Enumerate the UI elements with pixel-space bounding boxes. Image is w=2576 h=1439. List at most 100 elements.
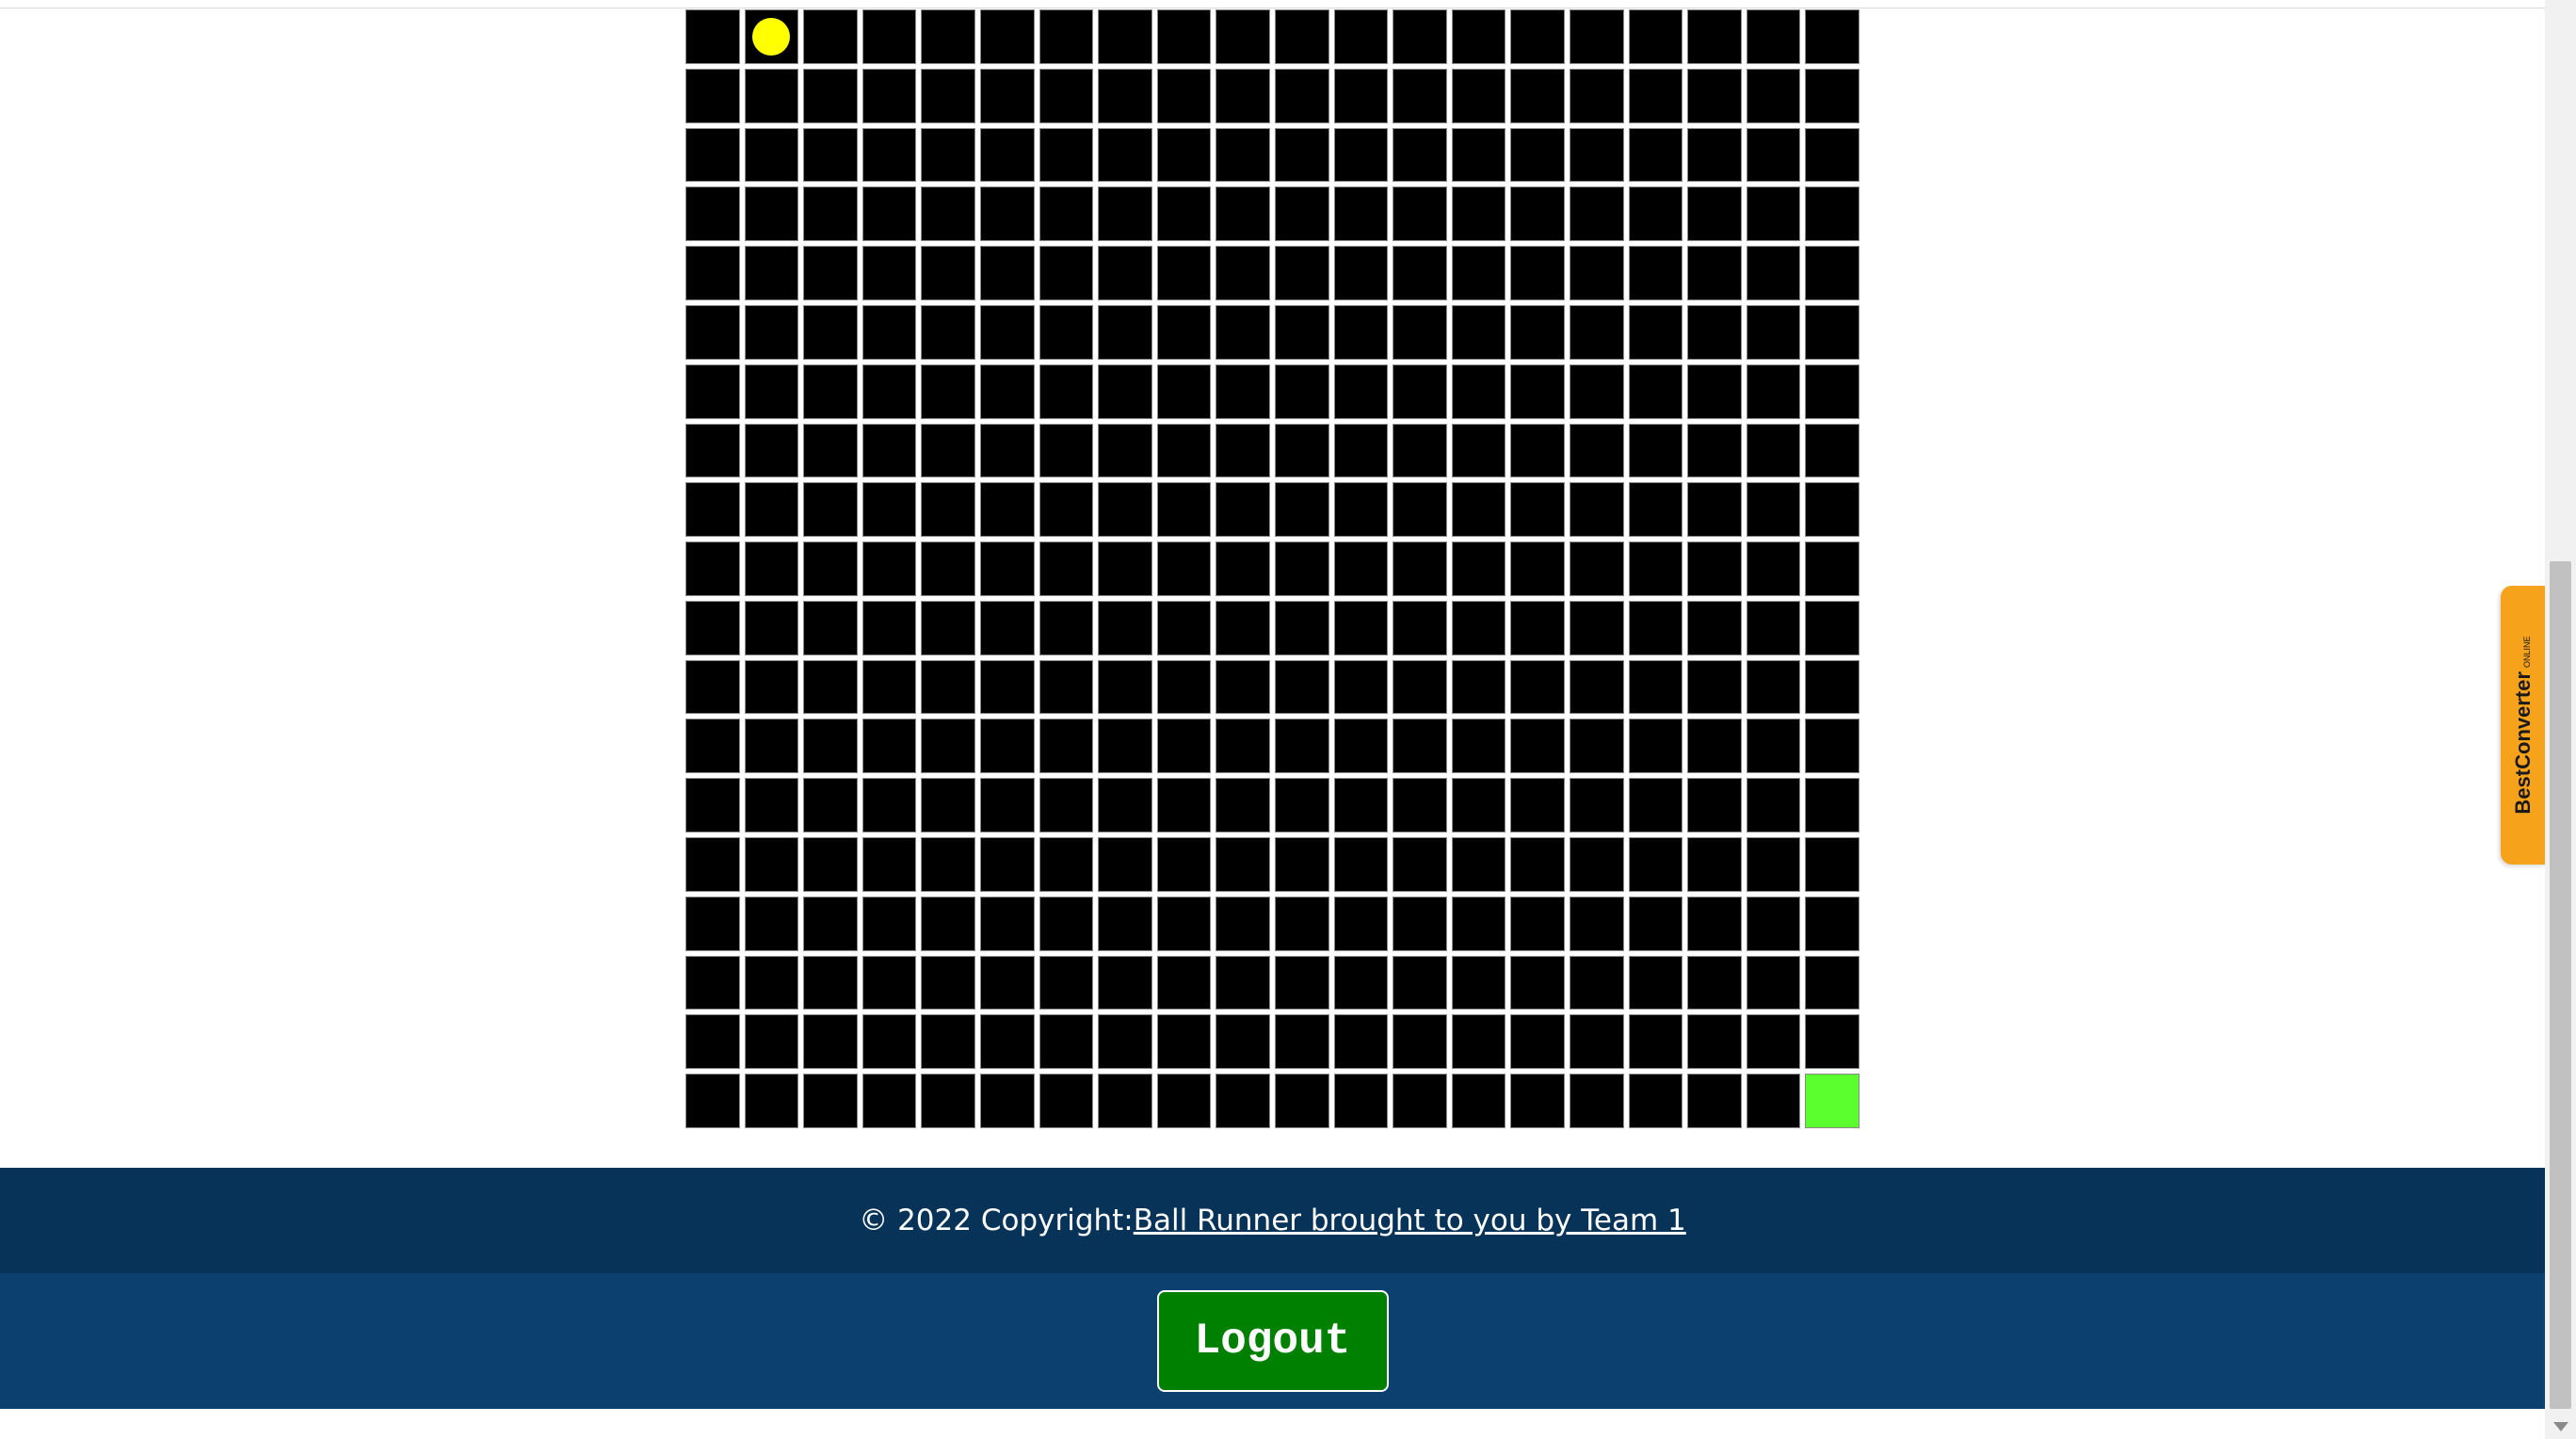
maze-cell	[685, 896, 740, 951]
maze-cell	[1216, 246, 1270, 300]
maze-cell	[685, 719, 740, 774]
maze-cell	[1628, 600, 1683, 655]
maze-cell	[1628, 1014, 1683, 1070]
maze-cell	[1038, 68, 1094, 123]
maze-cell	[1216, 542, 1270, 596]
maze-cell	[1393, 1014, 1447, 1070]
maze-cell	[1274, 955, 1329, 1011]
logout-button[interactable]: Logout	[1156, 1290, 1389, 1392]
maze-cell	[979, 837, 1035, 892]
maze-cell	[1687, 68, 1742, 123]
maze-cell	[1687, 304, 1742, 360]
maze-cell	[744, 896, 799, 951]
maze-cell	[1393, 1074, 1447, 1128]
maze-cell	[921, 246, 975, 300]
maze-cell	[1393, 127, 1447, 183]
maze-cell	[1510, 896, 1565, 951]
copyright-footer: © 2022 Copyright: Ball Runner brought to …	[0, 1168, 2545, 1273]
maze-cell	[1510, 482, 1565, 538]
maze-cell	[1216, 955, 1270, 1011]
maze-cell	[1805, 482, 1860, 538]
maze-cell	[979, 896, 1035, 951]
maze-cell	[1746, 600, 1801, 655]
maze-cell	[1038, 186, 1094, 242]
maze-cell	[1687, 659, 1742, 715]
maze-cell	[1510, 1074, 1565, 1128]
maze-cell	[1805, 542, 1860, 596]
maze-cell	[1216, 482, 1270, 538]
maze-cell	[803, 127, 858, 183]
maze-cell	[1628, 127, 1683, 183]
maze-cell	[1569, 719, 1624, 774]
maze-cell	[1510, 778, 1565, 833]
maze-cell	[1098, 600, 1152, 655]
copyright-link[interactable]: Ball Runner brought to you by Team 1	[1134, 1204, 1686, 1237]
maze-cell	[861, 1014, 917, 1070]
maze-cell	[1805, 600, 1860, 655]
maze-cell	[1156, 68, 1212, 123]
maze-cell	[861, 364, 917, 419]
copyright-text: © 2022 Copyright:	[859, 1204, 1134, 1237]
maze-cell	[1216, 1014, 1270, 1070]
maze-cell	[1510, 719, 1565, 774]
maze-cell	[1510, 837, 1565, 892]
maze-cell	[685, 659, 740, 715]
maze-cell	[1628, 778, 1683, 833]
maze-cell	[1393, 955, 1447, 1011]
maze-cell	[1216, 304, 1270, 360]
maze-cell	[1393, 837, 1447, 892]
maze-cell	[1628, 9, 1683, 64]
maze-cell	[1333, 837, 1389, 892]
maze-cell	[1451, 542, 1506, 596]
maze-cell	[1451, 659, 1506, 715]
maze-cell	[1038, 1014, 1094, 1070]
maze-cell	[744, 304, 799, 360]
maze-cell	[1156, 955, 1212, 1011]
maze-cell	[1393, 186, 1447, 242]
maze-cell	[803, 482, 858, 538]
vertical-scrollbar[interactable]	[2545, 0, 2576, 1439]
maze-cell	[1746, 778, 1801, 833]
maze-cell	[1156, 9, 1212, 64]
maze-cell	[1393, 896, 1447, 951]
maze-cell	[1393, 364, 1447, 419]
maze-cell	[1333, 186, 1389, 242]
maze-cell	[1569, 482, 1624, 538]
maze-cell	[921, 68, 975, 123]
maze-cell	[1038, 423, 1094, 478]
maze-cell	[744, 9, 799, 64]
maze-cell	[1451, 955, 1506, 1011]
maze-cell	[744, 1074, 799, 1128]
maze-cell	[1805, 68, 1860, 123]
maze-cell	[803, 304, 858, 360]
game-board[interactable]	[685, 9, 1860, 1128]
maze-cell	[1746, 9, 1801, 64]
maze-cell	[1687, 600, 1742, 655]
maze-cell	[685, 9, 740, 64]
maze-cell	[1156, 364, 1212, 419]
maze-cell	[921, 127, 975, 183]
maze-cell	[1038, 719, 1094, 774]
maze-cell	[1628, 68, 1683, 123]
maze-cell	[744, 955, 799, 1011]
scrollbar-thumb[interactable]	[2550, 561, 2571, 1409]
scroll-down-arrow-icon[interactable]	[2553, 1422, 2568, 1431]
maze-cell	[1451, 127, 1506, 183]
bestconverter-extension-tab[interactable]: BestConverter ONLINE	[2501, 586, 2546, 865]
maze-cell	[1687, 542, 1742, 596]
maze-cell	[1687, 1014, 1742, 1070]
maze-cell	[685, 542, 740, 596]
maze-cell	[1216, 186, 1270, 242]
maze-cell	[1687, 423, 1742, 478]
maze-cell	[1333, 127, 1389, 183]
maze-cell	[744, 127, 799, 183]
maze-cell	[1687, 719, 1742, 774]
maze-cell	[1628, 186, 1683, 242]
maze-cell	[1156, 659, 1212, 715]
maze-cell	[1038, 837, 1094, 892]
maze-cell	[979, 186, 1035, 242]
maze-cell	[861, 482, 917, 538]
maze-cell	[1569, 68, 1624, 123]
maze-cell	[1805, 423, 1860, 478]
maze-cell	[803, 542, 858, 596]
